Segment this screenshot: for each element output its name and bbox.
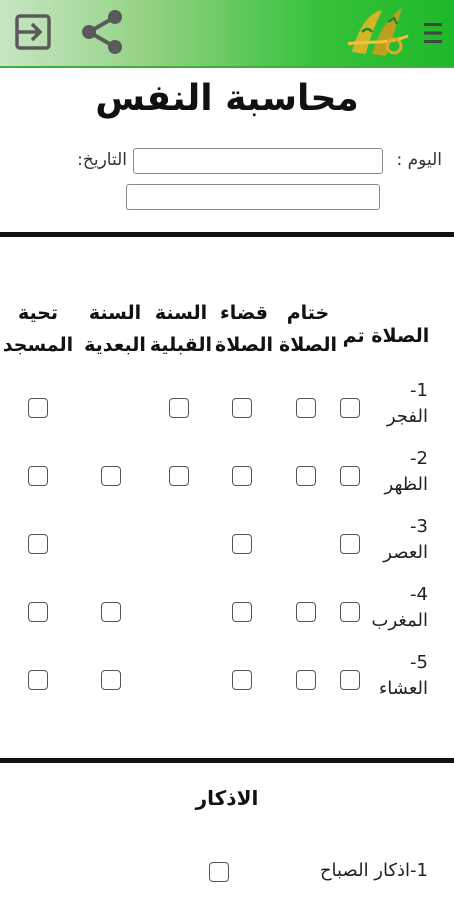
azkar-item-morning-label: 1-اذكار الصباح [319,860,428,881]
prayer-checkbox[interactable] [101,602,121,622]
prayer-number: 4- [410,584,428,605]
header-makeup-prayer: قضاء الصلاة [214,302,273,356]
header-sunnah-after: السنة البعدية [84,302,146,356]
divider [0,758,454,763]
prayer-checkbox[interactable] [232,466,252,486]
prayer-checkbox[interactable] [296,466,316,486]
app-bar [0,0,454,68]
prayer-checkbox[interactable] [28,602,48,622]
hamburger-menu-icon[interactable] [420,16,446,50]
header-mosque-greeting: تحية المسجد [2,302,74,356]
share-icon[interactable] [76,6,128,58]
prayer-row-label: 3- العصر [383,514,428,566]
prayer-checkbox[interactable] [232,602,252,622]
divider [0,232,454,237]
prayer-row-label: 2- الظهر [385,446,428,498]
prayer-checkbox[interactable] [340,602,360,622]
prayer-checkbox[interactable] [169,398,189,418]
quran-logo [342,2,414,62]
prayer-checkbox[interactable] [340,534,360,554]
date-label: التاريخ: [77,150,127,170]
prayer-number: 5- [410,652,428,673]
prayer-name: الظهر [384,474,428,495]
azkar-title: الاذكار [195,786,259,810]
header-prayer-done: الصلاة تم [342,325,430,347]
prayer-checkbox[interactable] [296,398,316,418]
exit-icon[interactable] [12,10,56,54]
azkar-morning-checkbox[interactable] [209,862,229,882]
header-sunnah-before: السنة القبلية [149,302,212,356]
prayer-checkbox[interactable] [28,670,48,690]
prayer-name: العصر [383,542,428,563]
prayer-checkbox[interactable] [28,534,48,554]
prayer-checkbox[interactable] [28,398,48,418]
prayer-checkbox[interactable] [28,466,48,486]
prayer-checkbox[interactable] [340,398,360,418]
prayer-checkbox[interactable] [296,602,316,622]
prayer-checkbox[interactable] [101,466,121,486]
prayer-name: العشاء [378,678,428,699]
prayer-checkbox[interactable] [296,670,316,690]
prayer-checkbox[interactable] [340,670,360,690]
prayer-checkbox[interactable] [340,466,360,486]
header-prayer-closing: ختام الصلاة [278,302,337,356]
day-label: اليوم : [396,150,442,170]
prayer-number: 1- [410,380,428,401]
prayer-number: 2- [410,448,428,469]
prayer-checkbox[interactable] [232,398,252,418]
prayer-row-label: 4- المغرب [372,582,428,634]
date-field[interactable] [126,184,380,210]
prayer-checkbox[interactable] [232,534,252,554]
prayer-row-label: 1- الفجر [387,378,428,430]
prayer-number: 3- [410,516,428,537]
page-title: محاسبة النفس [95,78,359,119]
prayer-name: الفجر [386,406,428,427]
prayer-checkbox[interactable] [169,466,189,486]
prayer-name: المغرب [371,610,428,631]
prayer-checkbox[interactable] [101,670,121,690]
day-field[interactable] [133,148,383,174]
prayer-checkbox[interactable] [232,670,252,690]
prayer-row-label: 5- العشاء [379,650,428,702]
